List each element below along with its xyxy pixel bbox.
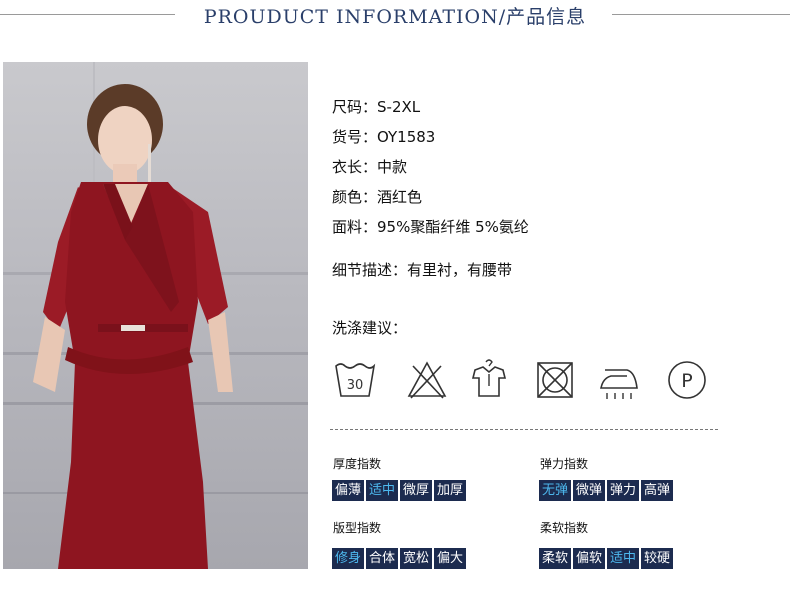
spec-color: 颜色：酒红色 — [332, 182, 529, 212]
detail-value: 有里衬，有腰带 — [407, 261, 513, 279]
elasticity-index-label: 弹力指数 — [540, 457, 589, 471]
spec-value: 95%聚酯纤维 5%氨纶 — [377, 218, 529, 236]
spec-label: 货号： — [332, 128, 378, 146]
softness-option-chip: 适中 — [607, 548, 640, 569]
elasticity-option-chip: 高弹 — [641, 480, 674, 501]
thickness-option-chip: 偏薄 — [332, 480, 365, 501]
hang-dry-icon — [471, 359, 507, 397]
spec-label: 面料： — [332, 218, 378, 236]
fit-index-chips: 修身 合体 宽松 偏大 — [332, 548, 468, 569]
spec-value: 中款 — [377, 158, 408, 176]
fit-option-chip: 合体 — [366, 548, 399, 569]
iron-steam-icon — [600, 369, 638, 399]
spec-label: 衣长： — [332, 158, 378, 176]
spec-label: 尺码： — [332, 98, 378, 116]
section-header: PROUDUCT INFORMATION/产品信息 — [0, 0, 790, 34]
wash-30-icon: 30 — [335, 363, 376, 397]
fit-index-label: 版型指数 — [333, 521, 382, 535]
thickness-option-chip: 微厚 — [400, 480, 433, 501]
softness-option-chip: 较硬 — [641, 548, 674, 569]
softness-option-chip: 柔软 — [539, 548, 572, 569]
elasticity-option-chip: 微弹 — [573, 480, 606, 501]
fit-option-chip: 修身 — [332, 548, 365, 569]
spec-fabric: 面料：95%聚酯纤维 5%氨纶 — [332, 212, 529, 242]
no-tumble-dry-icon — [537, 362, 573, 398]
fit-option-chip: 宽松 — [400, 548, 433, 569]
thickness-option-chip: 适中 — [366, 480, 399, 501]
no-bleach-icon — [407, 361, 447, 399]
thickness-index-chips: 偏薄 适中 微厚 加厚 — [332, 480, 468, 501]
thickness-option-chip: 加厚 — [434, 480, 467, 501]
spec-value: 酒红色 — [377, 188, 423, 206]
header-rule-right — [612, 14, 790, 15]
thickness-index-label: 厚度指数 — [333, 457, 382, 471]
spec-value: S-2XL — [377, 98, 421, 116]
spec-size: 尺码：S-2XL — [332, 92, 529, 122]
care-icon-row: 30 P — [333, 358, 723, 408]
fit-option-chip: 偏大 — [434, 548, 467, 569]
softness-index-label: 柔软指数 — [540, 521, 589, 535]
professional-clean-icon: P — [668, 361, 706, 399]
softness-option-chip: 偏软 — [573, 548, 606, 569]
detail-label: 细节描述： — [332, 261, 408, 279]
spec-list: 尺码：S-2XL 货号：OY1583 衣长：中款 颜色：酒红色 面料：95%聚酯… — [332, 92, 529, 242]
spec-length: 衣长：中款 — [332, 152, 529, 182]
detail-description: 细节描述：有里衬，有腰带 — [332, 258, 512, 282]
product-photo — [3, 62, 308, 569]
spec-label: 颜色： — [332, 188, 378, 206]
dashed-divider — [330, 429, 718, 430]
softness-index-chips: 柔软 偏软 适中 较硬 — [539, 548, 675, 569]
wash-temp-text: 30 — [347, 378, 364, 393]
model-wearing-dress-image — [3, 62, 308, 569]
spec-value: OY1583 — [377, 128, 436, 146]
elasticity-index-chips: 无弹 微弹 弹力 高弹 — [539, 480, 675, 501]
section-title: PROUDUCT INFORMATION/产品信息 — [203, 6, 587, 28]
elasticity-option-chip: 弹力 — [607, 480, 640, 501]
elasticity-option-chip: 无弹 — [539, 480, 572, 501]
dry-clean-letter: P — [681, 370, 692, 392]
care-title: 洗涤建议： — [332, 319, 408, 337]
spec-item-number: 货号：OY1583 — [332, 122, 529, 152]
